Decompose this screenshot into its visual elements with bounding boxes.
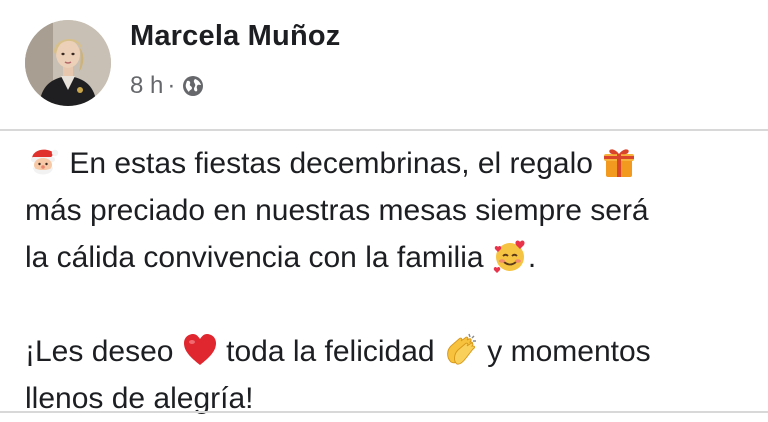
red-heart-emoji — [182, 332, 218, 368]
post-body: En estas fiestas decembrinas, el regalo … — [25, 140, 755, 422]
post-text-period: . — [527, 241, 537, 274]
gift-emoji — [601, 144, 637, 180]
avatar[interactable] — [25, 20, 111, 106]
divider-bottom — [0, 411, 768, 413]
post-paragraph-2: ¡Les deseo toda la felicidad y momentos … — [25, 328, 755, 422]
post-text-line-1: En estas fiestas decembrinas, el regalo — [69, 147, 593, 180]
post-text-line-2: más preciado en nuestras mesas siempre s… — [25, 194, 649, 227]
post-paragraph-1: En estas fiestas decembrinas, el regalo … — [25, 140, 755, 281]
divider-top — [0, 129, 768, 131]
globe-icon — [181, 74, 205, 98]
clapping-hands-emoji — [443, 332, 479, 368]
author-name[interactable]: Marcela Muñoz — [130, 20, 340, 53]
post-timestamp[interactable]: 8 h — [130, 72, 163, 100]
santa-emoji — [25, 144, 61, 180]
post-text-line-4b: toda la felicidad — [226, 335, 435, 368]
post-text-line-3: la cálida convivencia con la familia — [25, 241, 484, 274]
meta-separator: · — [167, 72, 176, 99]
smiling-face-with-hearts-emoji — [492, 238, 528, 274]
post-meta: 8 h · — [130, 70, 205, 102]
post-text-line-4a: ¡Les deseo — [25, 335, 174, 368]
post-text-line-4c: y momentos — [487, 335, 651, 368]
post-header: Marcela Muñoz 8 h · — [0, 0, 768, 128]
